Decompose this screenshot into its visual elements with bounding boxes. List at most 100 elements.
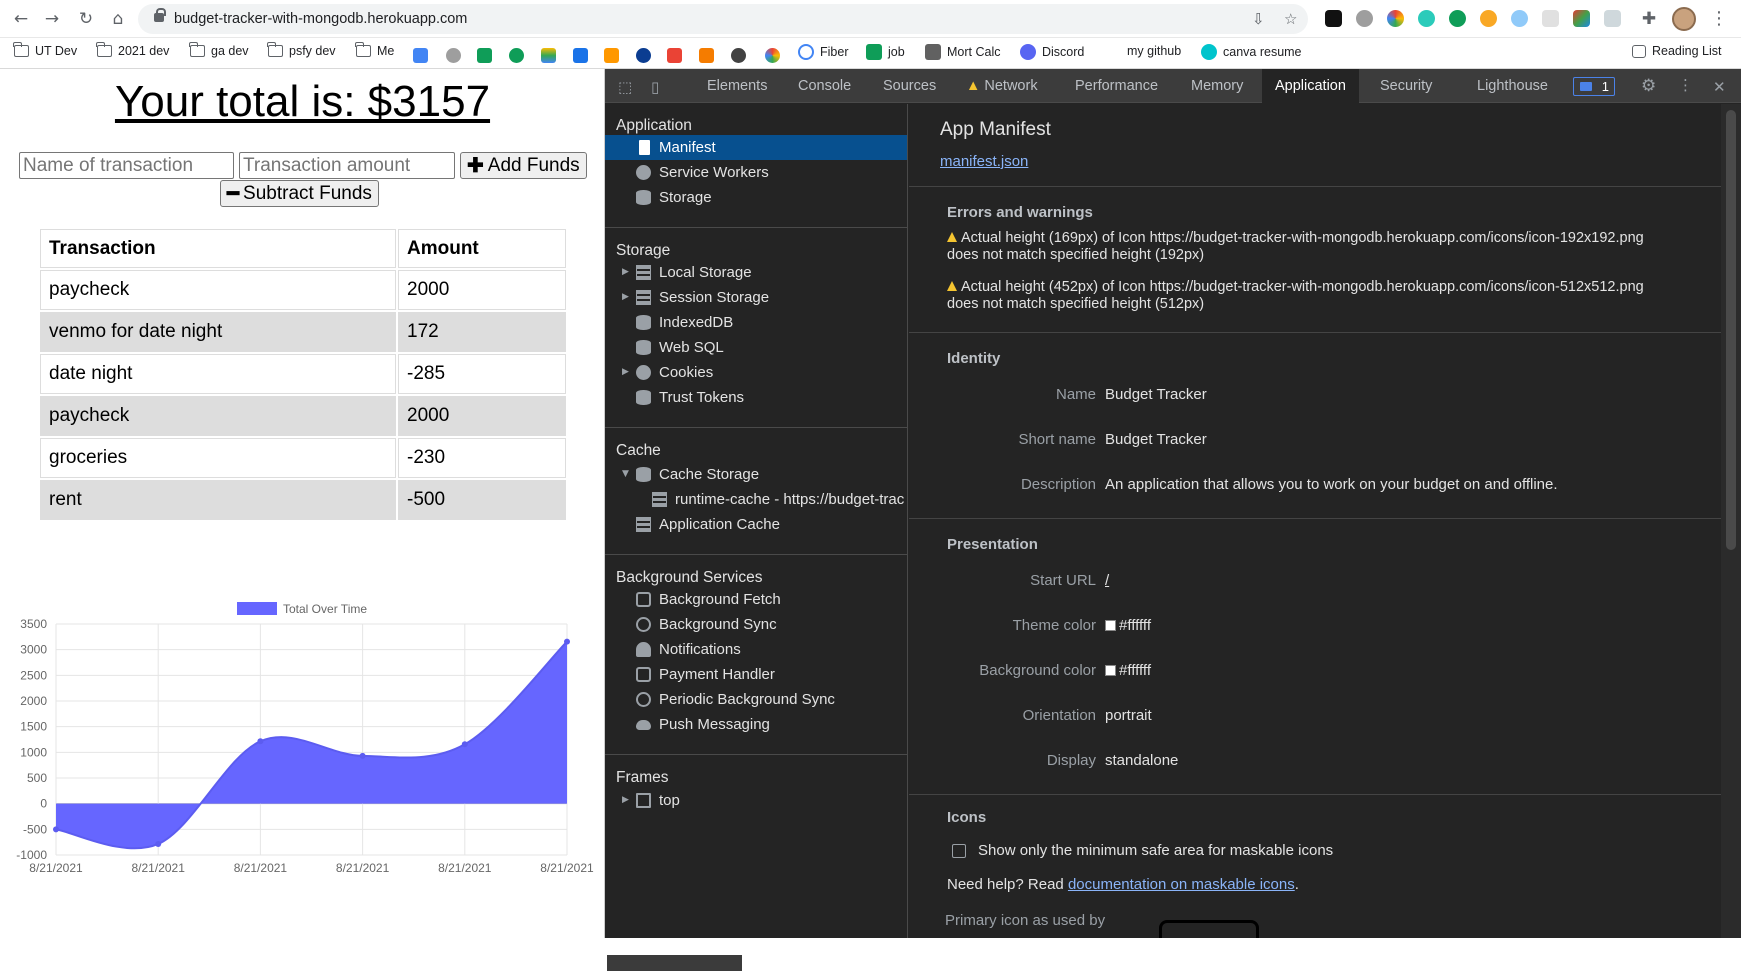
sidebar-item-payment-handler[interactable]: Payment Handler (605, 662, 907, 687)
bookmark-icon[interactable] (446, 48, 461, 63)
add-funds-button[interactable]: ✚ Add Funds (460, 152, 587, 179)
bookmark-folder[interactable]: Me (355, 42, 394, 58)
extension-icon[interactable] (1387, 10, 1404, 27)
bookmark-icon[interactable] (413, 48, 428, 63)
sidebar-item-push-messaging[interactable]: Push Messaging (605, 712, 907, 737)
plus-icon: ✚ (467, 155, 484, 177)
y-tick-label: 500 (27, 771, 47, 785)
bookmark-icon[interactable] (573, 48, 588, 63)
expand-icon[interactable]: ▶ (622, 360, 629, 385)
extension-icon[interactable] (1418, 10, 1435, 27)
extension-icon[interactable] (1542, 10, 1559, 27)
horizontal-scrollbar[interactable] (607, 955, 742, 971)
tab-application[interactable]: Application (1262, 69, 1359, 103)
vertical-scrollbar[interactable] (1721, 104, 1741, 938)
gear-icon[interactable]: ⚙ (1641, 76, 1656, 96)
sidebar-item-periodic-background-sync[interactable]: Periodic Background Sync (605, 687, 907, 712)
tab-performance[interactable]: Performance (1075, 69, 1158, 103)
bookmark-folder[interactable]: psfy dev (267, 42, 336, 58)
star-icon[interactable]: ☆ (1284, 10, 1297, 28)
sidebar-item-manifest[interactable]: Manifest (605, 135, 907, 160)
sidebar-item-indexeddb[interactable]: IndexedDB (605, 310, 907, 335)
extension-icon[interactable] (1511, 10, 1528, 27)
reading-list-button[interactable]: Reading List (1632, 44, 1722, 58)
sidebar-item-storage[interactable]: Storage (605, 185, 907, 210)
forward-icon[interactable]: → (41, 8, 63, 30)
bookmark-icon[interactable] (509, 48, 524, 63)
expand-icon[interactable]: ▶ (622, 285, 629, 310)
manifest-panel: App Manifest manifest.json Errors and wa… (909, 104, 1741, 938)
expand-icon[interactable]: ▶ (622, 788, 629, 813)
bookmark-folder[interactable]: 2021 dev (96, 42, 169, 58)
more-vert-icon[interactable]: ⋮ (1710, 8, 1728, 29)
sidebar-item-session-storage[interactable]: ▶ Session Storage (605, 285, 907, 310)
bookmark-icon[interactable] (604, 48, 619, 63)
maskable-docs-link[interactable]: documentation on maskable icons (1068, 876, 1295, 893)
bookmark-folder[interactable]: UT Dev (13, 42, 77, 58)
close-icon[interactable]: ✕ (1713, 78, 1726, 96)
bookmark-discord[interactable]: Discord (1020, 44, 1084, 60)
sidebar-item-background-fetch[interactable]: Background Fetch (605, 587, 907, 612)
bookmark-icon[interactable] (477, 48, 492, 63)
avatar[interactable] (1672, 7, 1696, 31)
extension-icon[interactable] (1604, 10, 1621, 27)
address-bar[interactable]: budget-tracker-with-mongodb.herokuapp.co… (138, 4, 1308, 34)
sidebar-item-service-workers[interactable]: Service Workers (605, 160, 907, 185)
subtract-funds-button[interactable]: ━ Subtract Funds (220, 180, 379, 207)
bookmark-icon[interactable] (765, 48, 780, 63)
sidebar-item-notifications[interactable]: Notifications (605, 637, 907, 662)
bookmark-canva[interactable]: canva resume (1201, 44, 1302, 60)
manifest-link[interactable]: manifest.json (940, 153, 1028, 170)
install-icon[interactable]: ⇩ (1252, 10, 1265, 28)
sidebar-item-application-cache[interactable]: Application Cache (605, 512, 907, 537)
folder-icon (189, 42, 205, 57)
extension-icon[interactable] (1480, 10, 1497, 27)
bookmark-icon[interactable] (731, 48, 746, 63)
device-toolbar-icon[interactable]: ▯ (651, 78, 659, 96)
bookmark-folder[interactable]: ga dev (189, 42, 249, 58)
extension-icon[interactable] (1449, 10, 1466, 27)
puzzle-icon[interactable]: ✚ (1638, 8, 1660, 30)
tab-network[interactable]: ▲ Network (966, 69, 1038, 103)
start-url-link[interactable]: / (1105, 572, 1109, 589)
bookmark-job[interactable]: job (866, 44, 905, 60)
transaction-name-input[interactable] (19, 152, 234, 179)
collapse-icon[interactable]: ▼ (622, 462, 629, 487)
tab-elements[interactable]: Elements (707, 69, 767, 103)
inspect-element-icon[interactable]: ⬚ (618, 78, 632, 96)
sidebar-item-web-sql[interactable]: Web SQL (605, 335, 907, 360)
back-icon[interactable]: ← (10, 8, 32, 30)
maskable-checkbox[interactable] (952, 844, 966, 858)
url-text[interactable]: budget-tracker-with-mongodb.herokuapp.co… (174, 11, 467, 27)
bookmark-mort-calc[interactable]: Mort Calc (925, 44, 1000, 60)
gmail-icon[interactable] (667, 48, 682, 63)
sidebar-item-runtime-cache[interactable]: runtime-cache - https://budget-trac (605, 487, 907, 512)
sidebar-item-frame-top[interactable]: ▶ top (605, 788, 907, 813)
sidebar-item-background-sync[interactable]: Background Sync (605, 612, 907, 637)
tab-security[interactable]: Security (1380, 69, 1432, 103)
bookmark-github[interactable]: my github (1127, 44, 1181, 58)
transaction-amount-input[interactable] (239, 152, 455, 179)
extension-icon[interactable] (1356, 10, 1373, 27)
extension-icon[interactable] (1573, 10, 1590, 27)
home-icon[interactable]: ⌂ (107, 8, 129, 30)
tab-console[interactable]: Console (798, 69, 851, 103)
reload-icon[interactable]: ↻ (75, 8, 97, 30)
tab-sources[interactable]: Sources (883, 69, 936, 103)
sidebar-item-trust-tokens[interactable]: Trust Tokens (605, 385, 907, 410)
bookmark-icon[interactable] (541, 48, 556, 63)
sidebar-item-cache-storage[interactable]: ▼ Cache Storage (605, 462, 907, 487)
extension-icon[interactable] (1325, 10, 1342, 27)
issues-badge[interactable]: 1 (1573, 77, 1615, 96)
expand-icon[interactable]: ▶ (622, 260, 629, 285)
page-title: Your total is: $3157 (114, 77, 491, 126)
bookmark-fiber[interactable]: Fiber (798, 44, 848, 60)
tab-memory[interactable]: Memory (1191, 69, 1243, 103)
more-vert-icon[interactable]: ⋮ (1678, 76, 1693, 94)
sidebar-item-local-storage[interactable]: ▶ Local Storage (605, 260, 907, 285)
bookmark-icon[interactable] (699, 48, 714, 63)
bookmark-icon[interactable] (636, 48, 651, 63)
sidebar-item-cookies[interactable]: ▶ Cookies (605, 360, 907, 385)
scrollbar-thumb[interactable] (1726, 110, 1736, 550)
tab-lighthouse[interactable]: Lighthouse (1477, 69, 1548, 103)
